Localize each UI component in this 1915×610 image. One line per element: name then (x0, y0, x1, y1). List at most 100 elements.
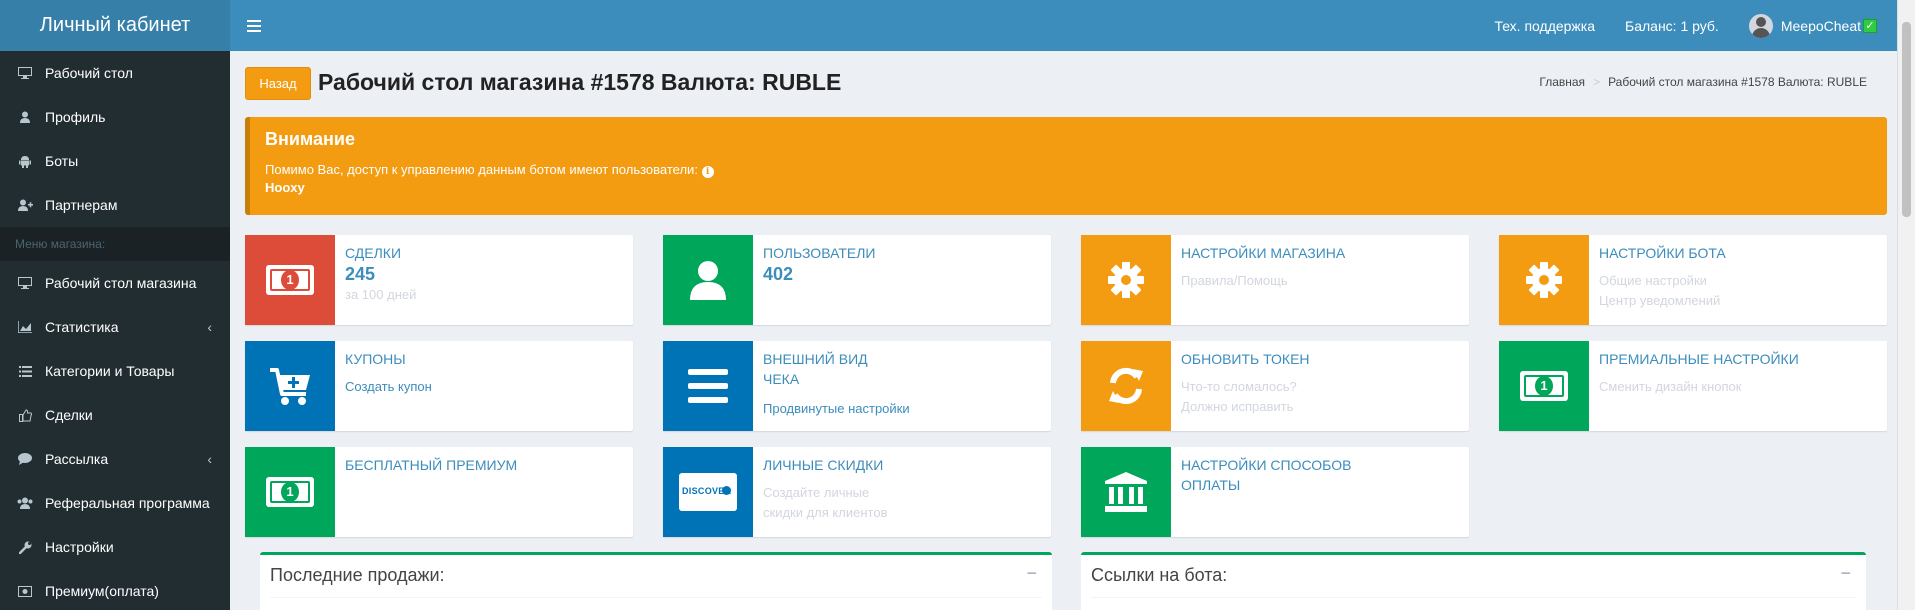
box-subtext: Сменить дизайн кнопок (1599, 379, 1742, 394)
box-subtext: Центр уведомлений (1599, 293, 1721, 308)
info-icon[interactable]: i (701, 166, 714, 178)
collapse-icon[interactable]: − (1026, 563, 1037, 584)
gear-icon (1499, 235, 1589, 325)
balance-link[interactable]: Баланс: 1 руб. (1625, 18, 1719, 34)
box-label: Обновить токен (1181, 351, 1310, 367)
box-label: Купоны (345, 351, 406, 367)
money-icon (17, 585, 33, 597)
box-label: чека (763, 371, 800, 387)
box-number: 245 (345, 264, 376, 284)
support-link[interactable]: Тех. поддержка (1494, 18, 1595, 34)
box-subtext: Создайте личные (763, 485, 870, 500)
collapse-icon[interactable]: − (1840, 563, 1851, 584)
list-icon (17, 365, 33, 377)
box-subtext: Что-то сломалось? (1181, 379, 1297, 394)
coupons-box[interactable]: Купоны Создать купон (245, 341, 633, 431)
sidebar-item-mailing[interactable]: Рассылка ‹ (0, 437, 230, 481)
breadcrumb-current: Рабочий стол магазина #1578 Валюта: RUBL… (1608, 75, 1867, 89)
create-coupon-link[interactable]: Создать купон (345, 377, 625, 397)
thumbs-up-icon (17, 408, 33, 422)
user-menu[interactable]: MeepoCheat ✓ (1748, 13, 1877, 38)
chevron-left-icon[interactable]: ‹ (207, 451, 212, 467)
bot-links-panel: Ссылки на бота: − (1081, 552, 1866, 610)
alert-text: Помимо Вас, доступ к управлению данным б… (265, 162, 698, 177)
money-icon: 1 (1499, 341, 1589, 431)
page-scrollbar[interactable] (1897, 0, 1915, 610)
menu-toggle-icon[interactable] (234, 0, 274, 51)
premium-settings-box[interactable]: 1 Премиальные настройки Сменить дизайн к… (1499, 341, 1887, 431)
sidebar-item-premium[interactable]: Премиум(оплата) (0, 569, 230, 610)
cart-plus-icon (245, 341, 335, 431)
box-label: Настройки бота (1599, 245, 1726, 261)
free-premium-box[interactable]: 1 Бесплатный премиум (245, 447, 633, 537)
sidebar-item-profile[interactable]: Профиль (0, 95, 230, 139)
chevron-left-icon[interactable]: ‹ (207, 319, 212, 335)
bank-icon (1081, 447, 1171, 537)
verified-icon: ✓ (1863, 18, 1877, 33)
box-label: Сделки (345, 245, 402, 261)
box-label: оплаты (1181, 477, 1241, 493)
deals-box[interactable]: 1 Сделки 245 за 100 дней (245, 235, 633, 325)
sidebar-item-partners[interactable]: Партнерам (0, 183, 230, 227)
box-subtext: за 100 дней (345, 287, 417, 302)
box-number: 402 (763, 264, 794, 284)
money-icon: 1 (245, 447, 335, 537)
box-subtext: скидки для клиентов (763, 505, 888, 520)
app-logo[interactable]: Личный кабинет (0, 0, 230, 51)
sidebar-item-desktop[interactable]: Рабочий стол (0, 51, 230, 95)
box-label: Бесплатный премиум (345, 457, 518, 473)
users-box[interactable]: Пользователи 402 (663, 235, 1051, 325)
advanced-settings-link[interactable]: Продвинутые настройки (763, 399, 1043, 419)
bars-icon (663, 341, 753, 431)
user-icon (17, 111, 33, 123)
panel-divider (270, 597, 1042, 598)
chart-icon (17, 321, 33, 333)
sidebar-item-deals[interactable]: Сделки (0, 393, 230, 437)
receipt-box[interactable]: Внешний вид чека Продвинутые настройки (663, 341, 1051, 431)
users-icon (17, 497, 33, 509)
comment-icon (17, 453, 33, 465)
breadcrumb-separator: > (1593, 75, 1601, 89)
box-label: Пользователи (763, 245, 876, 261)
avatar (1748, 13, 1773, 38)
user-icon (663, 235, 753, 325)
box-label: Личные скидки (763, 457, 884, 473)
android-icon (17, 155, 33, 168)
scrollbar-thumb[interactable] (1902, 22, 1911, 217)
main-content: Назад Рабочий стол магазина #1578 Валюта… (230, 51, 1897, 610)
desktop-icon (17, 67, 33, 79)
box-subtext: Должно исправить (1181, 399, 1294, 414)
alert-user: Hooxy (265, 180, 305, 195)
box-label: Внешний вид (763, 351, 868, 367)
top-navbar: Тех. поддержка Баланс: 1 руб. MeepoCheat… (230, 0, 1897, 51)
alert-title: Внимание (265, 129, 355, 149)
box-label: Настройки способов (1181, 457, 1352, 473)
refresh-icon (1081, 341, 1171, 431)
sidebar-item-shop-desktop[interactable]: Рабочий стол магазина (0, 261, 230, 305)
sidebar-item-bots[interactable]: Боты (0, 139, 230, 183)
back-button[interactable]: Назад (245, 67, 311, 100)
discounts-box[interactable]: DISCOVER Личные скидки Создайте личные с… (663, 447, 1051, 537)
sidebar-item-statistics[interactable]: Статистика ‹ (0, 305, 230, 349)
sidebar-item-categories[interactable]: Категории и Товары (0, 349, 230, 393)
recent-sales-panel: Последние продажи: − (260, 552, 1052, 610)
shop-settings-box[interactable]: Настройки магазина Правила/Помощь (1081, 235, 1469, 325)
payment-settings-box[interactable]: Настройки способов оплаты (1081, 447, 1469, 537)
sidebar: Рабочий стол Профиль Боты Партнерам Меню… (0, 51, 230, 610)
credit-card-icon: DISCOVER (663, 447, 753, 537)
bot-settings-box[interactable]: Настройки бота Общие настройки Центр уве… (1499, 235, 1887, 325)
sidebar-item-settings[interactable]: Настройки (0, 525, 230, 569)
token-box[interactable]: Обновить токен Что-то сломалось? Должно … (1081, 341, 1469, 431)
box-subtext: Общие настройки (1599, 273, 1707, 288)
box-label: Настройки магазина (1181, 245, 1346, 261)
money-icon: 1 (245, 235, 335, 325)
panel-divider (1091, 597, 1856, 598)
box-label: Премиальные настройки (1599, 351, 1799, 367)
panel-title: Последние продажи: (270, 565, 445, 585)
sidebar-item-referral[interactable]: Реферальная программа (0, 481, 230, 525)
panel-title: Ссылки на бота: (1091, 565, 1228, 585)
sidebar-section-header: Меню магазина: (0, 227, 230, 261)
breadcrumb-home[interactable]: Главная (1539, 75, 1585, 89)
warning-alert: Внимание Помимо Вас, доступ к управлению… (245, 117, 1887, 215)
breadcrumb: Главная > Рабочий стол магазина #1578 Валю… (1539, 75, 1867, 89)
